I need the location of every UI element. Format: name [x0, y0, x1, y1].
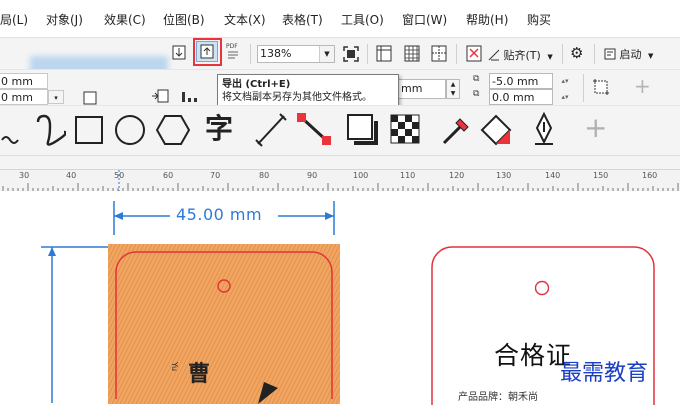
rotate-icon[interactable]	[150, 88, 172, 104]
eyedropper-tool-icon[interactable]	[440, 113, 472, 147]
zoom-select[interactable]: 138% ▼	[257, 45, 335, 63]
orange-card[interactable]: 曹 Yu	[108, 244, 340, 404]
menu-bitmaps[interactable]: 位图(B)	[163, 11, 205, 28]
menu-object[interactable]: 对象(J)	[46, 11, 83, 28]
duplicate-offset-icon: ⧉ ⧉	[473, 74, 480, 99]
card-pattern	[108, 244, 340, 404]
lock-ratio-icon[interactable]	[83, 90, 97, 105]
ruler-label: 50	[114, 171, 125, 180]
mirror-icon[interactable]	[180, 88, 202, 104]
ruler-label: 120	[449, 171, 465, 180]
connector-tool-icon[interactable]	[296, 112, 332, 148]
menu-text[interactable]: 文本(X)	[224, 11, 266, 28]
offset-y-value: 0.0 mm	[492, 91, 535, 104]
ruler-label: 80	[259, 171, 270, 180]
width-unit: mm	[401, 82, 423, 95]
snap-off-icon[interactable]	[466, 45, 482, 62]
menu-tools[interactable]: 工具(O)	[341, 11, 384, 28]
import-icon[interactable]	[172, 45, 186, 60]
width-field[interactable]: mm	[398, 79, 446, 99]
spinner-icon[interactable]: ▾	[48, 90, 64, 104]
width-spinner[interactable]: ▲ ▼	[446, 79, 460, 99]
chevron-down-icon: ▼	[547, 53, 553, 61]
menu-effects[interactable]: 效果(C)	[104, 11, 146, 28]
ruler-label: 40	[66, 171, 77, 180]
menu-bar: 局(L) 对象(J) 效果(C) 位图(B) 文本(X) 表格(T) 工具(O)…	[0, 0, 680, 36]
object-size-height[interactable]: 0 mm	[0, 89, 48, 105]
grid-icon[interactable]	[404, 45, 420, 62]
publish-pdf-icon[interactable]: PDF	[226, 43, 244, 63]
chevron-down-icon[interactable]: ▼	[319, 46, 334, 62]
rulers-icon[interactable]	[376, 45, 392, 62]
options-gear-icon[interactable]: ⚙	[570, 46, 583, 61]
ruler-label: 130	[496, 171, 512, 180]
guidelines-icon[interactable]	[431, 45, 447, 62]
ruler-label: 110	[400, 171, 416, 180]
menu-window[interactable]: 窗口(W)	[402, 11, 447, 28]
add-tool-icon[interactable]: +	[584, 114, 607, 142]
menu-buy[interactable]: 购买	[527, 11, 551, 28]
toolbox: 字 +	[0, 105, 680, 156]
ruler-label: 30	[19, 171, 30, 180]
object-size-width[interactable]: 0 mm	[0, 73, 48, 89]
artistic-media-icon[interactable]	[32, 112, 68, 148]
tag-brand-line: 产品品牌：朝禾尚	[458, 392, 538, 402]
add-icon[interactable]: +	[634, 76, 651, 96]
transparency-icon[interactable]	[592, 78, 610, 96]
offset-spinners[interactable]: ▴▾ ▴▾	[555, 73, 575, 105]
transparency-tool-icon[interactable]	[390, 114, 420, 144]
menu-table[interactable]: 表格(T)	[282, 11, 323, 28]
freehand-tool-icon[interactable]	[0, 114, 30, 148]
text-tool-icon[interactable]: 字	[205, 113, 233, 145]
snap-to-menu[interactable]: 贴齐(T) ▼	[488, 47, 553, 63]
card-brand-text: Yu	[170, 362, 179, 372]
height-value: 0 mm	[1, 91, 33, 104]
launch-menu[interactable]: 启动 ▼	[604, 46, 653, 62]
toolbar-gap	[0, 155, 680, 170]
dimension-label: 45.00 mm	[176, 205, 263, 224]
menu-help[interactable]: 帮助(H)	[466, 11, 508, 28]
tooltip-description: 将文档副本另存为其他文件格式。	[222, 92, 372, 103]
tooltip-title: 导出 (Ctrl+E)	[222, 79, 291, 90]
zoom-value: 138%	[260, 47, 292, 60]
full-screen-icon[interactable]	[343, 46, 359, 62]
offset-x-value: -5.0 mm	[492, 75, 539, 88]
horizontal-ruler: 30 40 50 60 70 80 90 100 110 120 130 140…	[0, 169, 680, 192]
ruler-label: 100	[353, 171, 369, 180]
polygon-tool-icon[interactable]	[155, 114, 191, 146]
offset-x-field[interactable]: -5.0 mm	[489, 73, 553, 89]
ruler-label: 60	[163, 171, 174, 180]
smart-fill-icon[interactable]	[531, 111, 557, 148]
width-value: 0 mm	[1, 75, 33, 88]
menu-layout[interactable]: 局(L)	[0, 11, 28, 28]
card-brand-glyph: 曹	[188, 362, 211, 387]
ruler-label: 140	[545, 171, 561, 180]
dimension-tool-icon[interactable]	[254, 112, 288, 148]
drop-shadow-tool-icon[interactable]	[346, 113, 380, 147]
offset-y-field[interactable]: 0.0 mm	[489, 89, 553, 105]
ruler-label: 90	[307, 171, 318, 180]
ruler-label: 160	[642, 171, 658, 180]
standard-toolbar: PDF 138% ▼ 贴齐(T) ▼ ⚙ 启动 ▼	[0, 37, 680, 90]
launch-label: 启动	[619, 48, 642, 61]
ruler-label: 150	[593, 171, 609, 180]
ruler-label: 70	[210, 171, 221, 180]
rectangle-tool-icon[interactable]	[74, 115, 104, 145]
watermark: 最需教育	[560, 361, 649, 386]
drawing-canvas[interactable]: 45.00 mm 曹 Yu 合格证 产品品牌：朝禾尚 最需教育	[0, 191, 680, 405]
interactive-fill-icon[interactable]	[478, 112, 514, 148]
pdf-label: PDF	[226, 43, 238, 50]
ellipse-tool-icon[interactable]	[114, 114, 146, 146]
ruler-ticks	[2, 170, 679, 191]
snap-to-label: 贴齐(T)	[503, 49, 541, 62]
chevron-down-icon: ▼	[648, 52, 654, 60]
vertical-dimension-line[interactable]	[36, 243, 116, 403]
export-button[interactable]	[196, 41, 218, 62]
